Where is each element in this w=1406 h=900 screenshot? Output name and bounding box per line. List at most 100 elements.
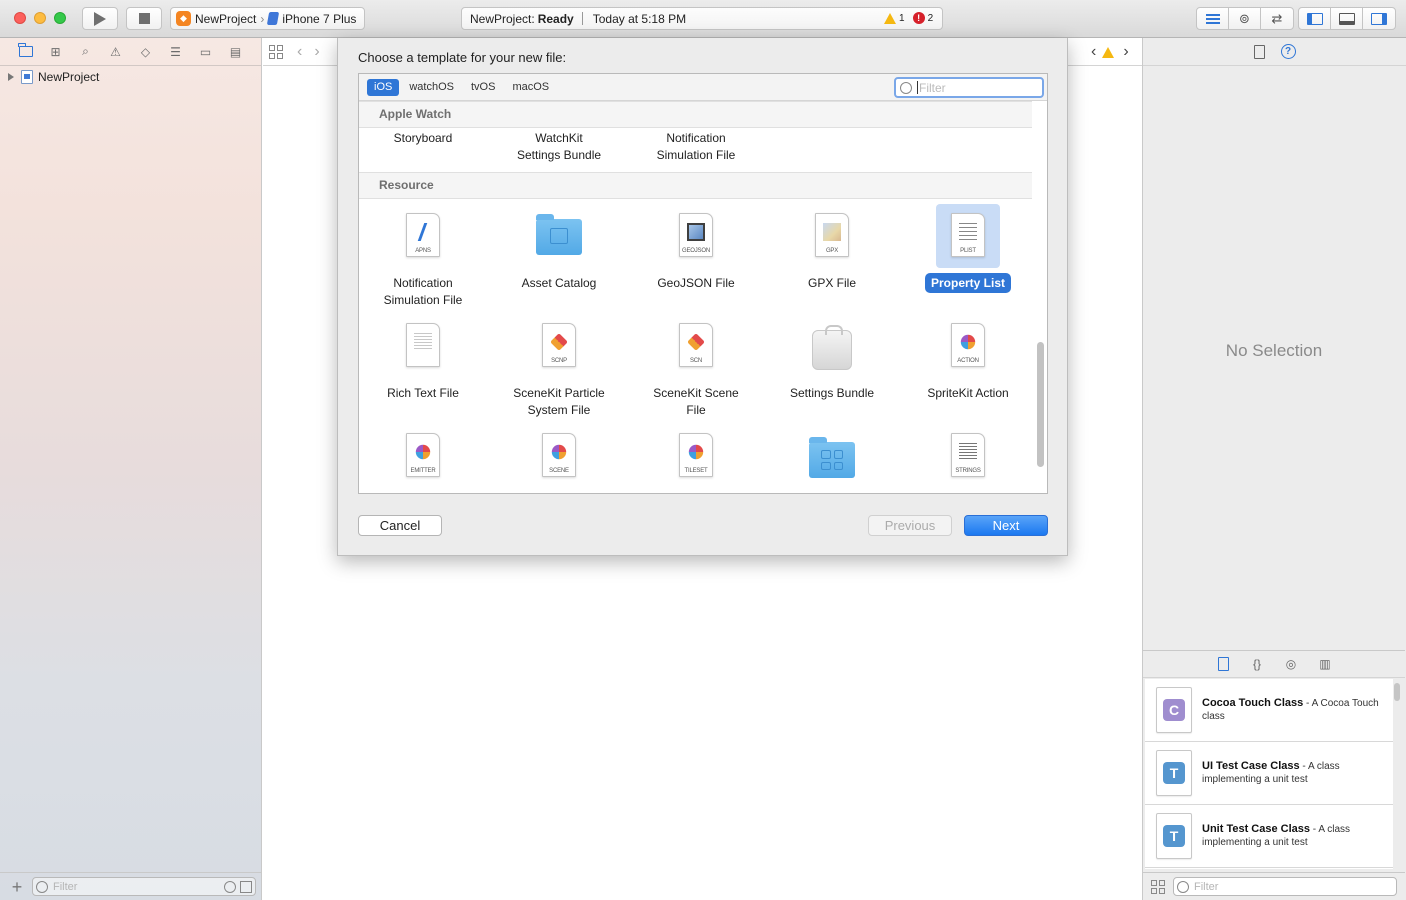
template-item-notification-simulation-file[interactable]: Notification Simulation File xyxy=(359,275,488,309)
tab-ios[interactable]: iOS xyxy=(367,79,400,96)
previous-issue-icon[interactable]: ‹ xyxy=(1091,43,1096,61)
emitter-file-icon[interactable]: EMITTER xyxy=(406,433,440,477)
forward-chevron-icon[interactable]: › xyxy=(314,43,319,60)
list-item[interactable]: T Unit Test Case Class - A class impleme… xyxy=(1145,805,1393,868)
toggle-navigator-button[interactable] xyxy=(1299,8,1331,29)
tab-macos[interactable]: macOS xyxy=(505,79,556,96)
rich-text-file-icon[interactable] xyxy=(406,323,440,367)
run-button[interactable] xyxy=(82,7,118,30)
template-item-rich-text-file[interactable]: Rich Text File xyxy=(359,385,488,402)
project-tree-row[interactable]: NewProject xyxy=(0,67,261,87)
related-items-icon[interactable] xyxy=(269,44,283,59)
apns-file-icon[interactable]: APNS xyxy=(406,213,440,257)
project-navigator-tab[interactable] xyxy=(18,43,33,59)
template-item-label-line2: Settings Bundle xyxy=(516,148,602,162)
geojson-file-icon[interactable]: GEOJSON xyxy=(679,213,713,257)
settings-bundle-icon[interactable] xyxy=(812,325,852,370)
template-item-watch-notification-simulation-file[interactable]: Notification Simulation File xyxy=(631,130,761,164)
template-filter-input[interactable]: Filter xyxy=(894,77,1044,98)
code-snippet-library-tab[interactable]: {} xyxy=(1250,657,1264,671)
library-item-name: UI Test Case Class xyxy=(1202,760,1300,772)
media-library-tab[interactable]: ▥ xyxy=(1318,657,1332,671)
disclosure-triangle-icon[interactable] xyxy=(8,73,14,81)
view-mode-grid-icon[interactable] xyxy=(1151,879,1165,894)
source-control-tab[interactable]: ⊞ xyxy=(48,44,63,59)
version-editor-button[interactable]: ⇄ xyxy=(1261,8,1293,29)
minimize-window-button[interactable] xyxy=(34,12,46,24)
sticker-pack-folder-icon[interactable] xyxy=(809,437,855,478)
inspector-tabs: ? xyxy=(1143,38,1406,66)
assistant-editor-button[interactable]: ⊚ xyxy=(1229,8,1261,29)
toggle-inspector-button[interactable] xyxy=(1363,8,1395,29)
template-item-gpx-file[interactable]: GPX File xyxy=(767,275,897,292)
xcode-project-icon xyxy=(21,70,33,84)
navigator-filter-field[interactable]: Filter xyxy=(32,877,256,896)
template-item-scenekit-scene-file[interactable]: SceneKit Scene File xyxy=(631,385,761,419)
back-chevron-icon[interactable]: ‹ xyxy=(297,43,302,60)
test-letter-icon: T xyxy=(1163,825,1185,847)
close-window-button[interactable] xyxy=(14,12,26,24)
navigator-filter-placeholder: Filter xyxy=(53,880,78,893)
object-library-tab[interactable]: ◎ xyxy=(1284,657,1298,671)
spritekit-art xyxy=(688,444,704,460)
plist-file-icon[interactable]: PLIST xyxy=(951,213,985,257)
list-item[interactable]: C Cocoa Touch Class - A Cocoa Touch clas… xyxy=(1145,679,1393,742)
previous-button[interactable]: Previous xyxy=(868,515,952,536)
scenekit-scene-file-icon[interactable]: SCN xyxy=(679,323,713,367)
spritekit-scene-file-icon[interactable]: SCENE xyxy=(542,433,576,477)
filter-icon xyxy=(900,81,912,94)
file-template-library-tab[interactable] xyxy=(1216,657,1230,671)
issue-navigator-tab[interactable]: ⚠ xyxy=(108,44,123,59)
error-count: 2 xyxy=(927,12,934,24)
add-file-icon[interactable]: + xyxy=(8,878,26,896)
scenekit-particle-file-icon[interactable]: SCNP xyxy=(542,323,576,367)
cancel-button[interactable]: Cancel xyxy=(358,515,442,536)
debug-navigator-tab[interactable]: ☰ xyxy=(168,44,183,59)
zoom-window-button[interactable] xyxy=(54,12,66,24)
template-item-geojson-file[interactable]: GeoJSON File xyxy=(631,275,761,292)
quick-help-icon[interactable]: ? xyxy=(1280,44,1296,59)
report-navigator-tab[interactable]: ▤ xyxy=(228,44,243,59)
list-item[interactable]: T UI Test Case Class - A class implement… xyxy=(1145,742,1393,805)
library-filter-field[interactable]: Filter xyxy=(1173,877,1397,896)
template-item-scenekit-particle-system-file[interactable]: SceneKit Particle System File xyxy=(494,385,624,419)
stop-button[interactable] xyxy=(126,7,162,30)
asset-catalog-folder-icon[interactable] xyxy=(536,214,582,255)
tab-watchos[interactable]: watchOS xyxy=(402,79,461,96)
recent-files-icon[interactable] xyxy=(224,880,236,893)
toggle-debug-area-button[interactable] xyxy=(1331,8,1363,29)
source-control-filter-icon[interactable] xyxy=(240,880,252,893)
template-item-watchkit-settings-bundle[interactable]: WatchKit Settings Bundle xyxy=(494,130,624,164)
tab-tvos[interactable]: tvOS xyxy=(464,79,502,96)
activity-status: Ready xyxy=(537,11,574,26)
library-item-text: Cocoa Touch Class - A Cocoa Touch class xyxy=(1202,697,1393,723)
test-navigator-tab[interactable]: ◇ xyxy=(138,44,153,59)
template-item-storyboard[interactable]: Storyboard xyxy=(359,130,488,147)
template-item-asset-catalog[interactable]: Asset Catalog xyxy=(494,275,624,292)
strings-file-icon[interactable]: STRINGS xyxy=(951,433,985,477)
chooser-scrollbar[interactable] xyxy=(1037,342,1044,467)
new-file-template-sheet: Choose a template for your new file: iOS… xyxy=(337,38,1068,556)
diamond-icon: ◇ xyxy=(140,44,151,59)
next-issue-icon[interactable]: › xyxy=(1123,43,1128,61)
scheme-selector[interactable]: ◆ NewProject › iPhone 7 Plus xyxy=(170,7,365,30)
issue-counts[interactable]: 1 ! 2 xyxy=(884,12,933,24)
find-navigator-tab[interactable]: ⌕ xyxy=(78,44,93,59)
gpx-file-icon[interactable]: GPX xyxy=(815,213,849,257)
template-item-property-list[interactable]: Property List xyxy=(903,273,1033,293)
folder-icon xyxy=(18,43,33,57)
next-button[interactable]: Next xyxy=(964,515,1048,536)
standard-editor-button[interactable] xyxy=(1197,8,1229,29)
template-item-spritekit-action[interactable]: SpriteKit Action xyxy=(903,385,1033,402)
platform-tabs: iOS watchOS tvOS macOS xyxy=(367,79,556,96)
template-item-settings-bundle[interactable]: Settings Bundle xyxy=(767,385,897,402)
navigator-panel-icon xyxy=(1306,12,1323,25)
file-inspector-icon[interactable] xyxy=(1253,44,1265,59)
library-item-name: Cocoa Touch Class xyxy=(1202,697,1304,709)
scheme-device-name[interactable]: iPhone 7 Plus xyxy=(282,12,356,26)
breakpoint-navigator-tab[interactable]: ▭ xyxy=(198,44,213,59)
library-scrollbar[interactable] xyxy=(1394,683,1400,701)
scenekit-art xyxy=(550,333,568,351)
spritekit-action-file-icon[interactable]: ACTION xyxy=(951,323,985,367)
tileset-file-icon[interactable]: TILESET xyxy=(679,433,713,477)
